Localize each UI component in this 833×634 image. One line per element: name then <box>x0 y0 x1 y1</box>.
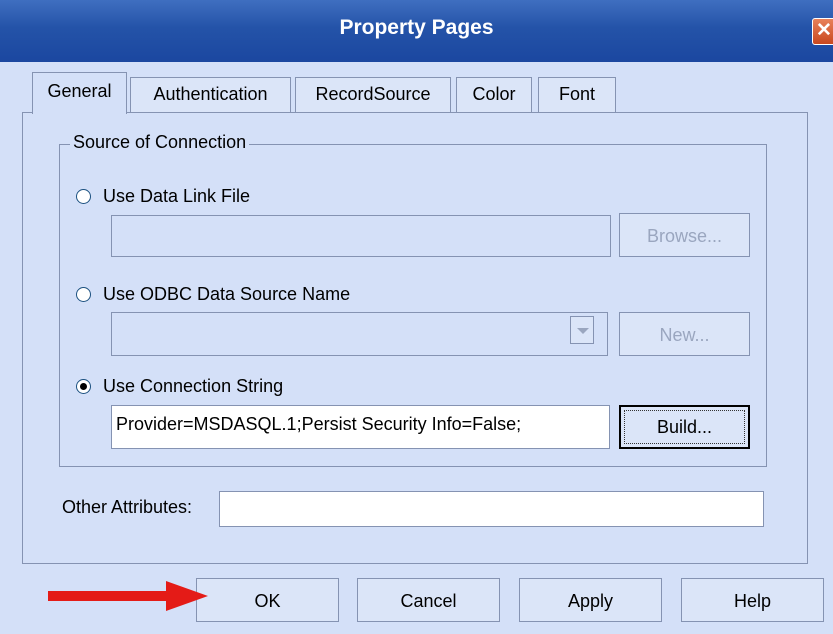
button-label: Help <box>733 591 772 611</box>
odbc-dsn-select[interactable] <box>111 312 608 356</box>
tab-font[interactable]: Font <box>538 77 616 113</box>
radio-button[interactable] <box>76 286 91 302</box>
connection-string-input[interactable]: Provider=MSDASQL.1;Persist Security Info… <box>111 405 610 449</box>
tab-general[interactable]: General <box>32 72 127 114</box>
button-label: New... <box>659 325 710 345</box>
close-icon: ✕ <box>816 20 832 41</box>
browse-button[interactable]: Browse... <box>619 213 750 257</box>
radio-button[interactable] <box>76 188 91 204</box>
radio-label: Use Data Link File <box>103 185 251 206</box>
tab-label: General <box>47 81 112 101</box>
build-button[interactable]: Build... <box>619 405 750 449</box>
other-attributes-input[interactable] <box>219 491 764 527</box>
tab-label: Color <box>472 84 516 104</box>
tab-label: RecordSource <box>315 84 431 104</box>
chevron-down-icon[interactable] <box>570 316 594 344</box>
title-bar[interactable]: Property Pages ✕ <box>0 0 833 62</box>
tab-label: Font <box>558 84 596 104</box>
button-label: OK <box>254 591 281 611</box>
ok-button[interactable]: OK <box>196 578 339 622</box>
focus-rect <box>624 410 745 444</box>
close-button[interactable]: ✕ <box>812 18 833 45</box>
apply-button[interactable]: Apply <box>519 578 662 622</box>
radio-connection-string[interactable]: Use Connection String <box>76 373 283 399</box>
radio-label: Use ODBC Data Source Name <box>103 283 351 304</box>
button-label: Cancel <box>400 591 457 611</box>
tab-label: Authentication <box>153 84 268 104</box>
input-value: Provider=MSDASQL.1;Persist Security Info… <box>116 414 522 434</box>
radio-odbc-dsn[interactable]: Use ODBC Data Source Name <box>76 281 350 307</box>
tab-authentication[interactable]: Authentication <box>130 77 291 113</box>
group-legend: Source of Connection <box>70 132 250 153</box>
window-title: Property Pages <box>339 16 494 39</box>
new-dsn-button[interactable]: New... <box>619 312 750 356</box>
tab-color[interactable]: Color <box>456 77 532 113</box>
tab-recordsource[interactable]: RecordSource <box>295 77 451 113</box>
data-link-file-input[interactable] <box>111 215 611 257</box>
radio-button-selected[interactable] <box>76 378 91 394</box>
annotation-arrow-icon <box>48 581 208 611</box>
radio-data-link-file[interactable]: Use Data Link File <box>76 183 250 209</box>
help-button[interactable]: Help <box>681 578 824 622</box>
property-pages-window: Property Pages ✕ General Authentication … <box>0 0 833 634</box>
other-attributes-label: Other Attributes: <box>62 497 193 517</box>
cancel-button[interactable]: Cancel <box>357 578 500 622</box>
radio-label: Use Connection String <box>103 375 284 396</box>
button-label: Browse... <box>646 226 723 246</box>
button-label: Apply <box>567 591 614 611</box>
